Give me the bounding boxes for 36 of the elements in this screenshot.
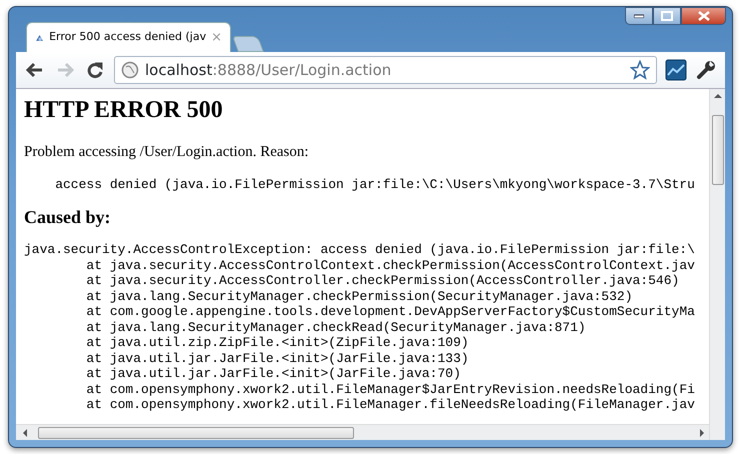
stack-trace-line: at java.security.AccessControlContext.checkPermission(AccessControlContext.jav (85, 258, 696, 274)
stack-trace-line: at java.util.zip.ZipFile.<init>(ZipFile.java:109) (85, 335, 470, 351)
globe-icon (121, 61, 139, 79)
scrollbar-thumb[interactable] (712, 115, 724, 185)
vertical-scrollbar[interactable] (709, 89, 725, 440)
url-text: localhost:8888/User/Login.action (145, 60, 392, 81)
reason-text: access denied (java.io.FilePermission jar:file:\C:\Users\mkyong\workspace-3.7\Stru (54, 177, 696, 193)
minimize-button[interactable] (625, 7, 653, 25)
stack-trace-line: at java.security.AccessController.checkPermission(AccessController.java:546) (85, 273, 680, 289)
minimize-icon (634, 14, 644, 18)
scrollbar-thumb[interactable] (38, 426, 354, 438)
stack-trace-line: at java.util.jar.JarFile.<init>(JarFile.java:133) (85, 350, 470, 366)
stack-trace-line: at java.lang.SecurityManager.checkPermission(SecurityManager.java:532) (85, 288, 634, 304)
problem-text: Problem accessing /User/Login.action. Reason: (24, 142, 310, 162)
stack-trace-line: at java.util.jar.JarFile.<init>(JarFile.java:70) (85, 366, 462, 382)
maximize-button[interactable] (653, 7, 681, 25)
caused-by-heading: Caused by: (24, 206, 112, 228)
error-heading: HTTP ERROR 500 (24, 96, 224, 125)
close-icon (698, 11, 710, 21)
address-bar[interactable]: localhost:8888/User/Login.action (114, 56, 657, 84)
stack-trace-line: at com.opensymphony.xwork2.util.FileManager$JarEntryRevision.needsReloading(Fi (85, 382, 696, 398)
browser-tab[interactable]: Error 500 access denied (jav × (26, 22, 231, 52)
scroll-right-arrow-icon[interactable] (699, 428, 705, 436)
tab-title: Error 500 access denied (jav (49, 29, 206, 46)
stack-trace-line: at com.opensymphony.xwork2.util.FileManager.fileNeedsReloading(FileManager.jav (85, 397, 696, 413)
wrench-icon[interactable] (695, 59, 717, 81)
close-button[interactable] (681, 7, 726, 25)
star-icon[interactable] (630, 60, 650, 80)
stack-trace-line: java.security.AccessControlException: access denied (java.io.FilePermission jar:file:\ (24, 242, 696, 258)
chart-extension-icon[interactable] (665, 59, 687, 81)
stack-trace-line: at java.lang.SecurityManager.checkRead(SecurityManager.java:871) (85, 320, 587, 336)
maximize-icon (661, 11, 673, 21)
stack-trace-line: at com.google.appengine.tools.development.DevAppServerFactory$CustomSecurityMa (85, 304, 696, 320)
scroll-left-arrow-icon[interactable] (22, 428, 28, 436)
horizontal-scrollbar[interactable] (16, 424, 709, 440)
scroll-up-arrow-icon[interactable] (714, 93, 722, 99)
